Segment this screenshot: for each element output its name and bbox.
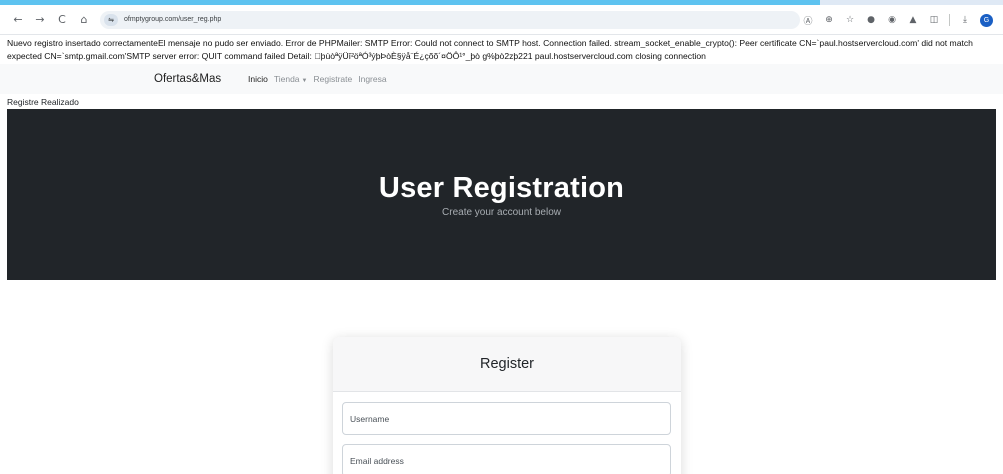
download-icon[interactable]: ⤓ <box>959 14 971 26</box>
username-input[interactable] <box>342 402 671 435</box>
profile-avatar[interactable]: G <box>980 13 993 27</box>
hero-subtitle: Create your account below <box>442 207 561 218</box>
translate-icon[interactable]: Ⓐ <box>802 14 814 27</box>
address-bar-url[interactable]: ofmptygroup.com/user_reg.php <box>124 16 221 23</box>
zoom-icon[interactable]: ⊕ <box>823 14 835 26</box>
hero-title: User Registration <box>378 172 625 204</box>
navbar-brand[interactable]: Ofertas&Mas <box>154 73 221 85</box>
email-input[interactable] <box>342 444 671 474</box>
nav-link-registrate[interactable]: Registrate <box>313 74 352 84</box>
back-icon[interactable]: ← <box>10 12 26 28</box>
home-icon[interactable]: ⌂ <box>76 12 92 28</box>
bookmark-star-icon[interactable]: ☆ <box>844 14 856 26</box>
nav-link-tienda-label: Tienda <box>273 74 300 84</box>
php-error-message: Nuevo registro insertado correctamenteEl… <box>7 38 973 61</box>
nav-links: Inicio Tienda ▼ Registrate Ingresa <box>248 74 387 84</box>
extension-icon[interactable]: ▲ <box>907 14 919 26</box>
extension-icon[interactable]: ● <box>865 14 877 26</box>
nav-link-ingresa[interactable]: Ingresa <box>358 74 386 84</box>
hero-banner: User Registration Create your account be… <box>7 109 996 280</box>
extensions-puzzle-icon[interactable]: ◫ <box>928 14 940 26</box>
register-card: Register <box>333 337 681 474</box>
site-info-icon[interactable]: ⇋ <box>104 13 118 26</box>
address-bar[interactable]: ⇋ ofmptygroup.com/user_reg.php <box>100 10 800 29</box>
caret-down-icon: ▼ <box>301 78 308 84</box>
browser-toolbar: ← → C ⌂ ⇋ ofmptygroup.com/user_reg.php Ⓐ… <box>0 5 1003 35</box>
nav-dropdown-tienda[interactable]: Tienda ▼ <box>274 74 308 84</box>
register-card-title: Register <box>333 337 681 392</box>
toolbar-divider <box>949 14 950 26</box>
site-navbar: Ofertas&Mas Inicio Tienda ▼ Registrate In… <box>0 64 1003 94</box>
forward-icon[interactable]: → <box>32 12 48 28</box>
extension-icon[interactable]: ◉ <box>886 14 898 26</box>
reload-icon[interactable]: C <box>54 12 70 28</box>
nav-link-inicio[interactable]: Inicio <box>248 74 268 84</box>
status-message: Registre Realizado <box>7 97 79 107</box>
